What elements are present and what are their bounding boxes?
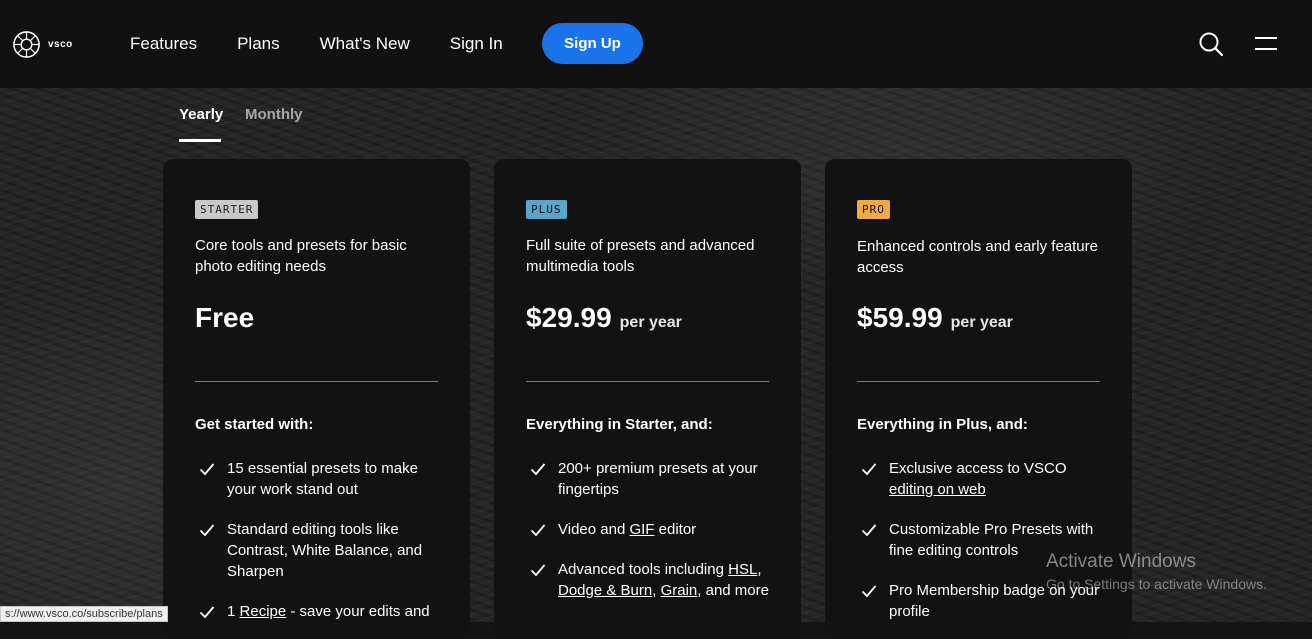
main-nav: Features Plans What's New Sign In: [130, 0, 543, 88]
feature-item: Video and GIF editor: [530, 519, 770, 540]
grain-link[interactable]: Grain: [661, 582, 698, 599]
feature-item: 15 essential presets to make your work s…: [199, 458, 439, 500]
feature-text-part: ,: [757, 561, 762, 578]
feature-text-part: Advanced tools including: [558, 561, 729, 578]
logo-text: vsco: [48, 39, 73, 50]
tab-monthly[interactable]: Monthly: [245, 106, 303, 123]
plan-badge: STARTER: [195, 200, 259, 219]
nav-link-features[interactable]: Features: [130, 34, 197, 54]
checkmark-icon: [530, 524, 546, 537]
recipe-link[interactable]: Recipe: [240, 603, 287, 620]
divider: [857, 381, 1100, 382]
feature-text: Standard editing tools like Contrast, Wh…: [227, 521, 423, 580]
feature-text: Advanced tools including HSL, Dodge & Bu…: [558, 559, 770, 601]
nav-link-sign-in[interactable]: Sign In: [450, 34, 503, 54]
gif-link[interactable]: GIF: [629, 521, 654, 538]
editing-on-web-link[interactable]: editing on web: [889, 481, 986, 498]
plan-card-plus: PLUS Full suite of presets and advanced …: [494, 159, 801, 639]
sign-up-button[interactable]: Sign Up: [542, 23, 643, 64]
checkmark-icon: [530, 463, 546, 476]
plan-badge: PRO: [857, 200, 890, 219]
feature-text: 1 Recipe - save your edits and: [227, 601, 430, 622]
feature-text-part: - save your edits and: [286, 603, 430, 620]
search-icon[interactable]: [1198, 31, 1224, 57]
feature-list-title: Get started with:: [195, 416, 314, 433]
feature-text: Video and GIF editor: [558, 519, 696, 540]
feature-list-title: Everything in Plus, and:: [857, 416, 1028, 433]
checkmark-icon: [199, 463, 215, 476]
checkmark-icon: [199, 606, 215, 619]
feature-text-part: ,: [652, 582, 661, 599]
active-tab-indicator: [179, 139, 221, 142]
plan-description: Enhanced controls and early feature acce…: [857, 238, 1098, 276]
feature-text: 15 essential presets to make your work s…: [227, 460, 418, 498]
feature-item: 200+ premium presets at your fingertips: [530, 458, 770, 500]
nav-link-whats-new[interactable]: What's New: [320, 34, 410, 54]
vsco-logo-icon: [13, 31, 40, 58]
plan-price: $59.99 per year: [857, 302, 1013, 334]
windows-activation-subtitle: Go to Settings to activate Windows.: [1046, 576, 1267, 592]
checkmark-icon: [861, 585, 877, 598]
checkmark-icon: [199, 524, 215, 537]
feature-item: Advanced tools including HSL, Dodge & Bu…: [530, 559, 770, 601]
price-amount: $59.99: [857, 302, 943, 333]
plan-price: $29.99 per year: [526, 302, 682, 334]
plan-description: Full suite of presets and advanced multi…: [526, 237, 755, 275]
windows-activation-title: Activate Windows: [1046, 551, 1196, 572]
checkmark-icon: [861, 524, 877, 537]
dodge-burn-link[interactable]: Dodge & Burn: [558, 582, 652, 599]
plan-badge: PLUS: [526, 200, 567, 219]
checkmark-icon: [861, 463, 877, 476]
feature-list-title: Everything in Starter, and:: [526, 416, 713, 433]
nav-link-plans[interactable]: Plans: [237, 34, 280, 54]
price-period: per year: [619, 314, 682, 331]
plan-description: Core tools and presets for basic photo e…: [195, 237, 407, 275]
price-amount: $29.99: [526, 302, 612, 333]
feature-text-part: editor: [654, 521, 697, 538]
hamburger-menu-icon[interactable]: [1254, 35, 1278, 53]
divider: [526, 381, 769, 382]
feature-text: 200+ premium presets at your fingertips: [558, 460, 758, 498]
top-navigation-bar: vsco Features Plans What's New Sign In S…: [0, 0, 1312, 88]
feature-text-part: 1: [227, 603, 240, 620]
feature-item: Exclusive access to VSCO editing on web: [861, 458, 1101, 500]
feature-text: Exclusive access to VSCO editing on web: [889, 458, 1101, 500]
price-period: per year: [950, 314, 1013, 331]
feature-text-part: Exclusive access to VSCO: [889, 460, 1067, 477]
feature-item: Standard editing tools like Contrast, Wh…: [199, 519, 439, 582]
plan-price: Free: [195, 302, 254, 334]
feature-text-part: , and more: [697, 582, 769, 599]
feature-item: 1 Recipe - save your edits and: [199, 601, 439, 622]
feature-text-part: Video and: [558, 521, 630, 538]
tab-yearly[interactable]: Yearly: [179, 106, 223, 123]
divider: [195, 381, 438, 382]
hsl-link[interactable]: HSL: [728, 561, 757, 578]
plan-card-starter: STARTER Core tools and presets for basic…: [163, 159, 470, 639]
price-amount: Free: [195, 302, 255, 333]
link-status-url: s://www.vsco.co/subscribe/plans: [0, 606, 168, 622]
checkmark-icon: [530, 564, 546, 577]
vsco-logo[interactable]: vsco: [12, 30, 73, 59]
